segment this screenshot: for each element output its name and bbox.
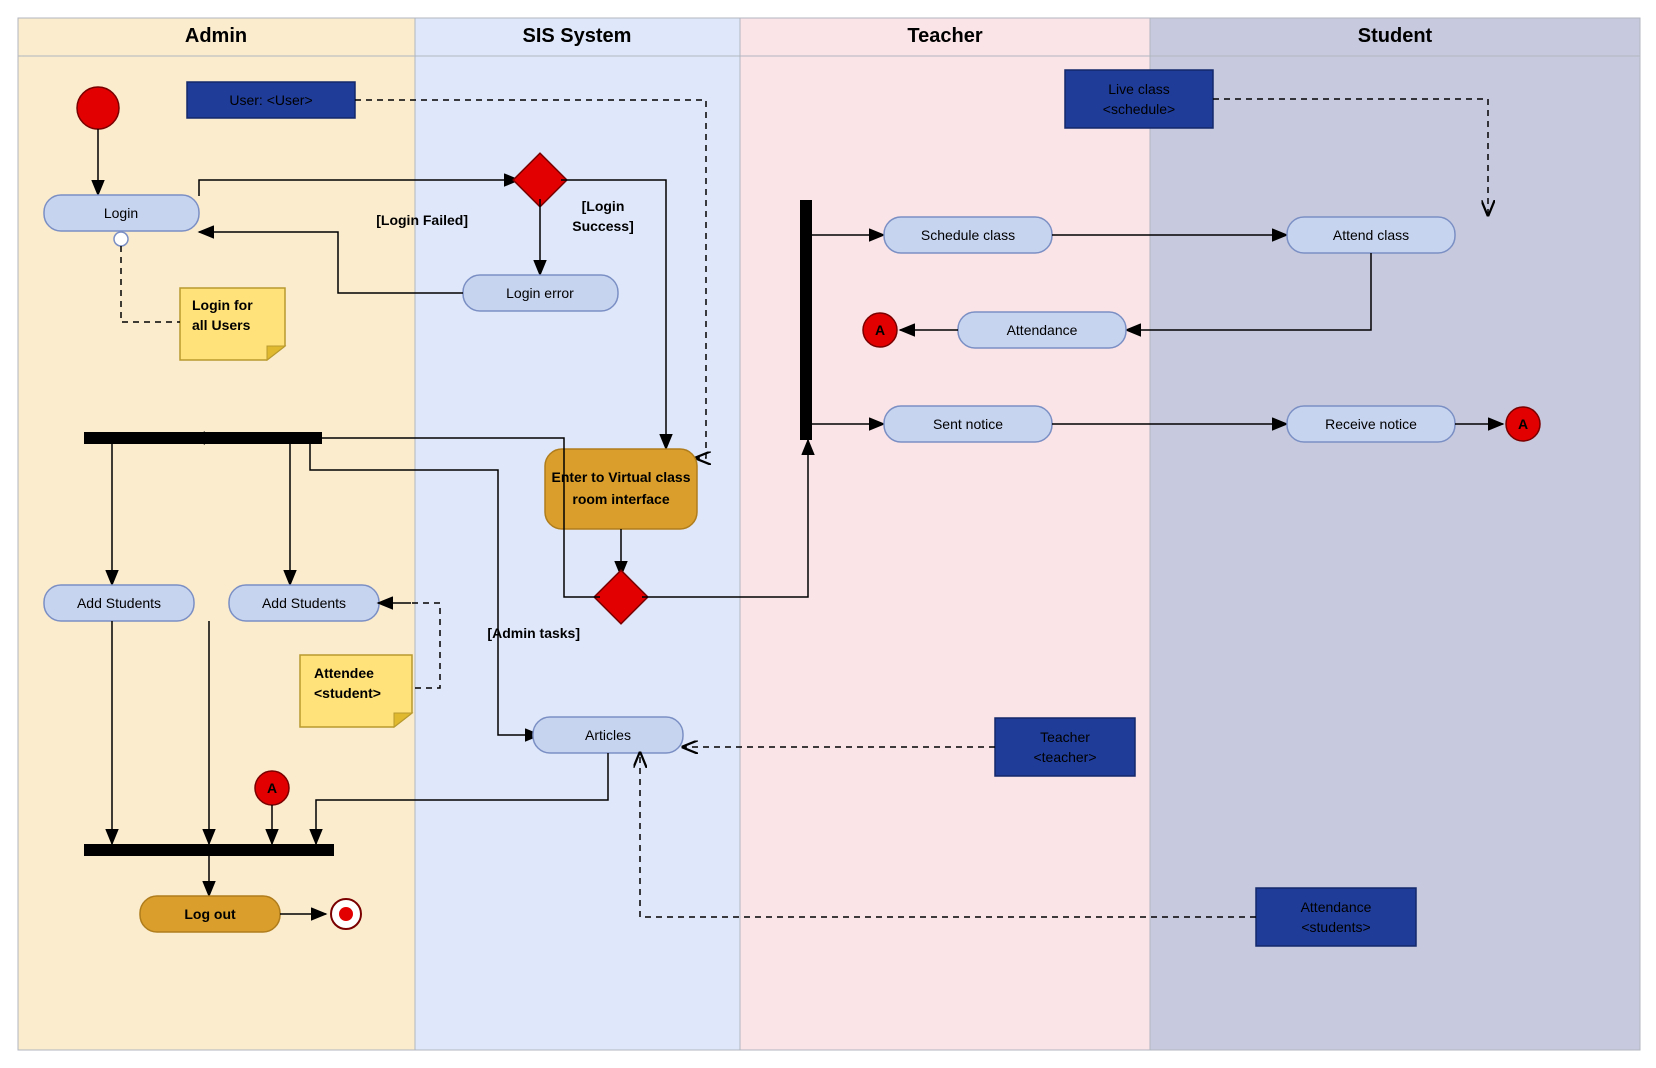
activity-enter-vc-l2: room interface (572, 491, 669, 507)
activity-login-label: Login (104, 205, 138, 221)
activity-enter-vc-l1: Enter to Virtual class (551, 469, 690, 485)
note-attendee-l2: <student> (314, 685, 381, 701)
note-login-all-users: Login for all Users (180, 288, 285, 360)
activity-attendance-label: Attendance (1007, 322, 1078, 338)
activity-enter-virtual-classroom: Enter to Virtual class room interface (545, 449, 697, 529)
lane-admin-bg (18, 18, 415, 1050)
object-live-class-l2: <schedule> (1103, 101, 1175, 117)
note-login-line1: Login for (192, 297, 253, 313)
activity-receive-notice-label: Receive notice (1325, 416, 1417, 432)
object-live-class-l1: Live class (1108, 81, 1169, 97)
fork-admin (84, 432, 322, 444)
note-attendee: Attendee <student> (300, 655, 412, 727)
activity-add-students-2-label: Add Students (262, 595, 346, 611)
activity-schedule-class-label: Schedule class (921, 227, 1015, 243)
object-attendance-students: Attendance <students> (1256, 888, 1416, 946)
activity-attend-class-label: Attend class (1333, 227, 1409, 243)
final-node (331, 899, 361, 929)
connector-a-teacher-label: A (875, 322, 885, 338)
activity-log-out: Log out (140, 896, 280, 932)
object-teacher: Teacher <teacher> (995, 718, 1135, 776)
activity-login-error-label: Login error (506, 285, 574, 301)
note-attendee-l1: Attendee (314, 665, 374, 681)
object-attendance-students-l2: <students> (1301, 919, 1370, 935)
lane-admin-title: Admin (185, 25, 247, 47)
connector-a-student-label: A (1518, 416, 1528, 432)
object-live-class: Live class <schedule> (1065, 70, 1213, 128)
activity-login-error: Login error (463, 275, 618, 311)
note-login-line2: all Users (192, 317, 251, 333)
fork-teacher-student (800, 200, 812, 440)
lane-sis-bg (415, 18, 740, 1050)
activity-add-students-1: Add Students (44, 585, 194, 621)
object-teacher-l2: <teacher> (1033, 749, 1096, 765)
activity-add-students-2: Add Students (229, 585, 379, 621)
lane-teacher-bg (740, 18, 1150, 1050)
lane-teacher-title: Teacher (907, 25, 982, 47)
lane-student-title: Student (1358, 25, 1433, 47)
activity-log-out-label: Log out (184, 906, 236, 922)
activity-schedule-class: Schedule class (884, 217, 1052, 253)
lane-sis-title: SIS System (523, 25, 632, 47)
activity-articles: Articles (533, 717, 683, 753)
object-user: User: <User> (187, 82, 355, 118)
guard-login-success-l1: [Login (582, 198, 625, 214)
activity-diagram: Admin SIS System Teacher Student Login L… (0, 0, 1656, 1068)
guard-admin-tasks: [Admin tasks] (487, 625, 580, 641)
guard-login-success-l2: Success] (572, 218, 633, 234)
join-admin (84, 844, 334, 856)
initial-node (77, 87, 119, 129)
activity-attendance: Attendance (958, 312, 1126, 348)
object-attendance-students-l1: Attendance (1301, 899, 1372, 915)
object-user-label: User: <User> (229, 92, 312, 108)
activity-sent-notice: Sent notice (884, 406, 1052, 442)
activity-receive-notice: Receive notice (1287, 406, 1455, 442)
object-teacher-l1: Teacher (1040, 729, 1090, 745)
activity-add-students-1-label: Add Students (77, 595, 161, 611)
connector-a-in-label: A (267, 780, 277, 796)
login-pin (114, 232, 128, 246)
activity-sent-notice-label: Sent notice (933, 416, 1003, 432)
activity-articles-label: Articles (585, 727, 631, 743)
activity-attend-class: Attend class (1287, 217, 1455, 253)
guard-login-failed: [Login Failed] (376, 212, 468, 228)
